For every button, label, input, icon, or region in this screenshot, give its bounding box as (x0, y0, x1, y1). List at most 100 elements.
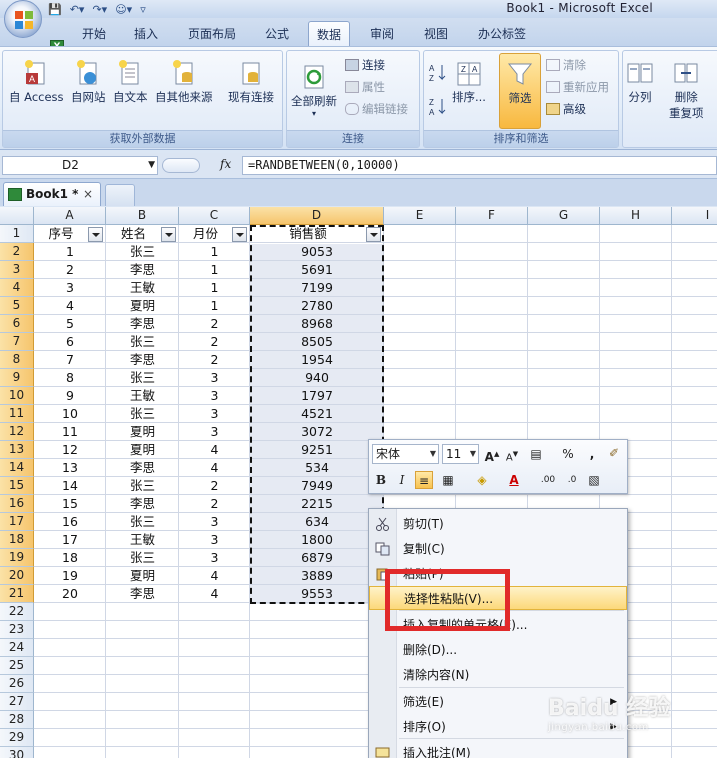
font-size-select[interactable]: 11 ▼ (442, 444, 479, 464)
bold-icon[interactable]: B (372, 471, 390, 489)
borders-icon[interactable]: ▦ (439, 471, 457, 489)
row-header[interactable]: 26 (0, 675, 34, 693)
data-cell[interactable]: 18 (34, 549, 106, 567)
row-header[interactable]: 10 (0, 387, 34, 405)
data-cell[interactable]: 1 (179, 261, 250, 279)
percent-style-icon[interactable]: % (559, 445, 577, 463)
data-cell[interactable]: 3 (179, 387, 250, 405)
row-header[interactable]: 11 (0, 405, 34, 423)
column-header-f[interactable]: F (456, 207, 528, 225)
remove-duplicates-button[interactable]: 删除 重复项 (669, 59, 704, 121)
chevron-down-icon[interactable]: ▼ (148, 157, 155, 174)
column-header-g[interactable]: G (528, 207, 600, 225)
save-icon[interactable]: 💾 (48, 3, 62, 16)
insert-function-button[interactable]: fx (220, 157, 231, 171)
row-header[interactable]: 8 (0, 351, 34, 369)
font-color-icon[interactable]: A (505, 471, 523, 489)
data-cell[interactable]: 王敏 (106, 279, 179, 297)
row-header[interactable]: 18 (0, 531, 34, 549)
increase-decimal-icon[interactable]: .00 (539, 471, 557, 489)
row-header[interactable]: 9 (0, 369, 34, 387)
data-cell[interactable]: 张三 (106, 243, 179, 261)
data-cell[interactable]: 李思 (106, 261, 179, 279)
new-tab-button[interactable] (105, 184, 135, 206)
column-header-d[interactable]: D (250, 207, 384, 225)
autofilter-dropdown-icon[interactable] (161, 227, 176, 242)
row-header[interactable]: 23 (0, 621, 34, 639)
clear-filter-button[interactable]: 清除 (546, 57, 586, 73)
data-cell[interactable]: 夏明 (106, 297, 179, 315)
refresh-dropdown-icon[interactable]: ▾ (291, 109, 337, 118)
refresh-all-button[interactable]: 全部刷新 ▾ (291, 63, 337, 118)
from-other-sources-button[interactable]: 自其他来源 (155, 59, 213, 105)
column-header-i[interactable]: I (672, 207, 717, 225)
row-header[interactable]: 14 (0, 459, 34, 477)
row-header[interactable]: 15 (0, 477, 34, 495)
data-cell[interactable]: 2 (179, 351, 250, 369)
data-cell[interactable]: 7 (34, 351, 106, 369)
close-icon[interactable]: × (83, 183, 93, 205)
data-cell[interactable]: 2 (34, 261, 106, 279)
row-header[interactable]: 16 (0, 495, 34, 513)
column-header-c[interactable]: C (179, 207, 250, 225)
shrink-font-icon[interactable]: A▼ (503, 445, 521, 463)
data-cell[interactable]: 张三 (106, 333, 179, 351)
row-header[interactable]: 30 (0, 747, 34, 758)
sort-button[interactable]: ZA 排序... (452, 59, 486, 105)
data-cell[interactable]: 李思 (106, 351, 179, 369)
row-header[interactable]: 4 (0, 279, 34, 297)
data-cell[interactable]: 2 (179, 477, 250, 495)
row-header[interactable]: 2 (0, 243, 34, 261)
tab-insert[interactable]: 插入 (134, 25, 158, 42)
data-cell[interactable]: 13 (34, 459, 106, 477)
format-style-icon[interactable]: ▤ (527, 445, 545, 463)
properties-button[interactable]: 属性 (345, 79, 385, 95)
select-all-corner[interactable] (0, 207, 34, 225)
column-header-b[interactable]: B (106, 207, 179, 225)
data-cell[interactable]: 张三 (106, 369, 179, 387)
data-cell[interactable]: 3 (179, 423, 250, 441)
data-cell[interactable]: 1 (179, 279, 250, 297)
fill-color-icon[interactable]: ◈ (473, 471, 491, 489)
data-cell[interactable]: 3 (179, 405, 250, 423)
data-cell[interactable]: 5 (34, 315, 106, 333)
data-cell[interactable]: 李思 (106, 459, 179, 477)
data-cell[interactable]: 4 (179, 441, 250, 459)
row-header[interactable]: 22 (0, 603, 34, 621)
comma-style-icon[interactable]: , (583, 445, 601, 463)
tab-review[interactable]: 审阅 (370, 25, 394, 42)
chevron-down-icon[interactable]: ▼ (430, 445, 436, 463)
data-cell[interactable]: 1 (179, 297, 250, 315)
row-header[interactable]: 19 (0, 549, 34, 567)
data-cell[interactable]: 16 (34, 513, 106, 531)
context-menu-item[interactable]: 复制(C) (369, 537, 627, 561)
data-cell[interactable]: 张三 (106, 513, 179, 531)
data-cell[interactable]: 11 (34, 423, 106, 441)
existing-connections-button[interactable]: 现有连接 (228, 59, 274, 105)
data-cell[interactable]: 王敏 (106, 531, 179, 549)
data-cell[interactable]: 2 (179, 495, 250, 513)
row-header[interactable]: 3 (0, 261, 34, 279)
tab-home[interactable]: 开始 (82, 25, 106, 42)
connections-button[interactable]: 连接 (345, 57, 385, 73)
data-cell[interactable]: 4 (34, 297, 106, 315)
header-cell-c[interactable]: 月份 (179, 225, 232, 243)
data-cell[interactable]: 张三 (106, 477, 179, 495)
format-painter-icon[interactable]: ✐ (605, 444, 623, 462)
context-menu-item[interactable]: 清除内容(N) (369, 663, 627, 687)
merge-center-icon[interactable]: ▧ (585, 471, 603, 489)
data-cell[interactable]: 张三 (106, 405, 179, 423)
header-cell-a[interactable]: 序号 (34, 225, 88, 243)
data-cell[interactable]: 6 (34, 333, 106, 351)
data-cell[interactable]: 2 (179, 333, 250, 351)
decrease-decimal-icon[interactable]: .0 (563, 471, 581, 489)
customize-qat-icon[interactable]: ▿ (140, 3, 146, 16)
text-to-columns-button[interactable]: 分列 (627, 59, 653, 105)
data-cell[interactable]: 夏明 (106, 423, 179, 441)
tab-view[interactable]: 视图 (424, 25, 448, 42)
tab-page-layout[interactable]: 页面布局 (188, 25, 236, 42)
formula-bar-resize-handle[interactable] (162, 158, 200, 173)
data-cell[interactable]: 9 (34, 387, 106, 405)
advanced-filter-button[interactable]: 高级 (546, 101, 586, 117)
data-cell[interactable]: 李思 (106, 315, 179, 333)
